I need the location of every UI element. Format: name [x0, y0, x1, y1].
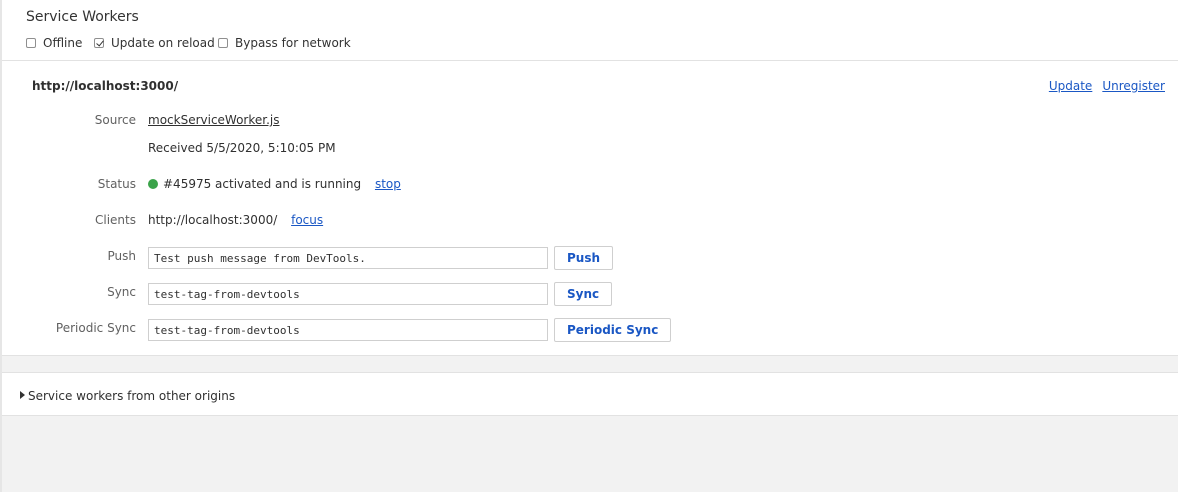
sync-button[interactable]: Sync: [554, 282, 613, 306]
status-running-icon: [148, 179, 158, 189]
other-origins-toggle[interactable]: Service workers from other origins: [2, 373, 1178, 416]
update-on-reload-label: Update on reload: [111, 36, 215, 50]
status-value: #45975 activated and is running stop: [148, 177, 401, 191]
source-label: Source: [94, 113, 136, 127]
received-timestamp: Received 5/5/2020, 5:10:05 PM: [148, 141, 336, 155]
push-label: Push: [107, 249, 137, 263]
bypass-for-network-option[interactable]: Bypass for network: [218, 36, 351, 50]
sync-tag-input[interactable]: [148, 283, 548, 305]
worker-actions: Update Unregister: [1049, 79, 1165, 93]
clients-label: Clients: [95, 213, 136, 227]
periodic-sync-label: Periodic Sync: [55, 321, 136, 335]
offline-option[interactable]: Offline: [26, 36, 82, 50]
update-link[interactable]: Update: [1049, 79, 1092, 93]
sync-label: Sync: [107, 285, 136, 299]
periodic-sync-tag-input[interactable]: [148, 319, 548, 341]
status-label: Status: [97, 177, 136, 191]
offline-label: Offline: [43, 36, 83, 50]
bypass-for-network-checkbox[interactable]: [218, 38, 228, 48]
empty-area: [2, 416, 1178, 492]
update-on-reload-checkbox[interactable]: [94, 38, 104, 48]
stop-link[interactable]: stop: [375, 177, 401, 191]
unregister-link[interactable]: Unregister: [1102, 79, 1165, 93]
client-url: http://localhost:3000/: [148, 213, 278, 227]
section-divider: [2, 356, 1178, 373]
status-text: #45975 activated and is running: [163, 177, 362, 191]
focus-link[interactable]: focus: [291, 213, 323, 227]
clients-value: http://localhost:3000/ focus: [148, 213, 323, 227]
push-message-input[interactable]: [148, 247, 548, 269]
periodic-sync-button[interactable]: Periodic Sync: [554, 318, 672, 342]
source-file-link[interactable]: mockServiceWorker.js: [148, 113, 280, 127]
expand-triangle-icon: [20, 391, 25, 399]
worker-origin: http://localhost:3000/: [32, 79, 179, 93]
bypass-for-network-label: Bypass for network: [235, 36, 351, 50]
update-on-reload-option[interactable]: Update on reload: [94, 36, 215, 50]
service-worker-entry: http://localhost:3000/ Update Unregister…: [2, 61, 1178, 356]
service-workers-header: Service Workers Offline Update on reload…: [2, 0, 1178, 61]
other-origins-label: Service workers from other origins: [28, 389, 236, 403]
panel-title: Service Workers: [26, 9, 139, 25]
push-button[interactable]: Push: [554, 246, 614, 270]
offline-checkbox[interactable]: [26, 38, 36, 48]
